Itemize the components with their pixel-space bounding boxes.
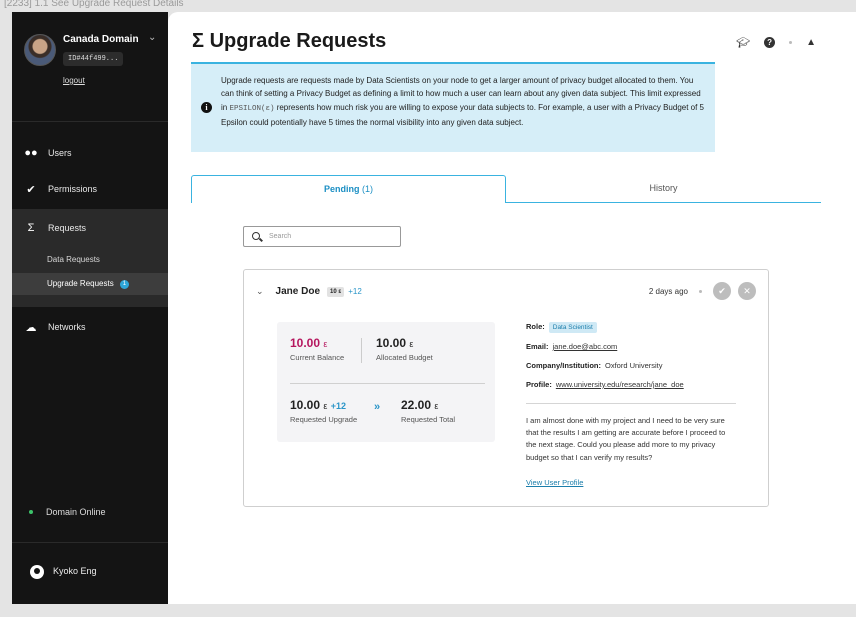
page-title-text: Upgrade Requests: [209, 30, 387, 52]
top-icons: 🎓︎ ? ▲: [736, 36, 816, 49]
domain-avatar: [24, 34, 56, 66]
request-time: 2 days ago: [648, 286, 688, 296]
requested-upgrade-label: Requested Upgrade: [290, 415, 358, 424]
current-balance-label: Current Balance: [290, 353, 345, 362]
budget-summary: 10.00 ε Current Balance 10.00 ε Allocate…: [277, 322, 495, 442]
info-banner: i Upgrade requests are requests made by …: [191, 62, 715, 152]
sidebar-item-users[interactable]: ●● Users: [12, 140, 168, 166]
tab-label: Pending: [323, 184, 360, 194]
domain-status: Domain Online: [29, 507, 106, 517]
info-icon: i: [201, 102, 212, 113]
role-row: Role: Data Scientist: [526, 322, 597, 333]
sidebar-item-permissions[interactable]: ✔ Permissions: [12, 176, 168, 202]
logout-link[interactable]: logout: [63, 76, 85, 85]
request-card: ⌄ Jane Doe 10 ε +12 2 days ago ✔ ✕ 10.00…: [243, 269, 769, 507]
sidebar-item-requests[interactable]: Σ Requests: [12, 215, 168, 241]
requester-name: Jane Doe: [275, 286, 321, 297]
requested-total-value: 22.00 ε: [401, 398, 438, 412]
request-message: I am almost done with my project and I n…: [526, 416, 726, 462]
check-icon: ✔: [26, 183, 36, 196]
info-text-2: represents how much risk you are willing…: [221, 102, 705, 127]
sidebar-item-label: Networks: [48, 322, 86, 332]
user-avatar-icon: [30, 565, 44, 579]
page-title: Σ Upgrade Requests: [192, 30, 386, 53]
graduation-cap-icon[interactable]: 🎓︎: [736, 36, 750, 49]
main-panel: Σ Upgrade Requests 🎓︎ ? ▲ i Upgrade requ…: [168, 12, 856, 604]
epsilon-unit: ε: [323, 401, 328, 411]
profile-link[interactable]: www.university.edu/research/jane_doe: [556, 380, 684, 389]
tab-pending[interactable]: Pending (1): [191, 175, 506, 203]
total-number: 22.00: [401, 398, 432, 412]
tab-count: (1): [362, 184, 373, 194]
email-link[interactable]: jane.doe@abc.com: [553, 342, 618, 351]
sidebar-item-label: Upgrade Requests: [47, 279, 114, 288]
sidebar-item-label: Requests: [48, 223, 87, 233]
current-balance-number: 10.00: [290, 336, 321, 350]
separator-dot: [789, 41, 793, 44]
status-label: Domain Online: [46, 507, 106, 517]
user-block[interactable]: Kyoko Eng: [12, 542, 168, 604]
search-input[interactable]: Search: [243, 226, 401, 247]
profile-label: Profile:: [526, 380, 552, 389]
role-badge: Data Scientist: [548, 322, 597, 333]
domain-name: Canada Domain: [63, 34, 139, 45]
company-row: Company/Institution: Oxford University: [526, 361, 663, 370]
email-label: Email:: [526, 342, 549, 351]
upgrade-count-badge: 1: [119, 280, 129, 289]
double-arrow-icon: »: [374, 401, 381, 413]
divider: [361, 338, 362, 363]
current-balance-value: 10.00 ε: [290, 336, 327, 350]
sidebar-item-data-requests[interactable]: Data Requests: [12, 249, 168, 271]
help-icon[interactable]: ?: [764, 37, 776, 48]
upgrade-amount: +12: [348, 287, 362, 296]
requested-plus: +12: [330, 401, 347, 411]
profile-row: Profile: www.university.edu/research/jane…: [526, 380, 684, 389]
sigma-icon: Σ: [192, 30, 205, 52]
sidebar-item-upgrade-requests[interactable]: Upgrade Requests 1: [12, 273, 168, 295]
allocated-budget-label: Allocated Budget: [376, 353, 433, 362]
company-label: Company/Institution:: [526, 361, 601, 370]
view-user-profile-link[interactable]: View User Profile: [526, 478, 583, 487]
requested-total-label: Requested Total: [401, 415, 456, 424]
info-code: EPSILON(ε): [229, 104, 275, 113]
sigma-icon: Σ: [27, 222, 35, 234]
frame-caption: [2233] 1.1 See Upgrade Request Details: [4, 0, 184, 9]
company-value: Oxford University: [605, 361, 663, 370]
role-label: Role:: [526, 322, 545, 331]
epsilon-unit: ε: [323, 339, 328, 349]
allocated-budget-value: 10.00 ε: [376, 336, 413, 350]
bell-icon[interactable]: ▲: [806, 37, 816, 48]
requested-number: 10.00: [290, 398, 321, 412]
sidebar: Canada Domain ⌄ ID#44f499... logout ●● U…: [12, 12, 168, 604]
chevron-down-icon[interactable]: ⌄: [148, 32, 156, 43]
search-placeholder: Search: [269, 233, 292, 240]
sidebar-item-label: Permissions: [48, 184, 98, 194]
epsilon-unit: ε: [434, 401, 439, 411]
request-actions: 2 days ago ✔ ✕: [649, 282, 756, 300]
chevron-down-icon[interactable]: ⌄: [256, 286, 264, 297]
domain-block: Canada Domain ⌄ ID#44f499... logout: [12, 12, 168, 122]
search-icon: [252, 232, 260, 240]
email-row: Email: jane.doe@abc.com: [526, 342, 617, 351]
epsilon-badge: 10 ε: [327, 286, 345, 297]
tabs: Pending (1) History: [191, 175, 821, 203]
domain-id-badge: ID#44f499...: [63, 52, 124, 66]
users-icon: ●●: [24, 147, 38, 159]
request-header[interactable]: ⌄ Jane Doe 10 ε +12: [256, 286, 362, 297]
requested-upgrade-value: 10.00 ε +12: [290, 398, 346, 412]
sidebar-item-label: Users: [48, 148, 72, 158]
deny-button[interactable]: ✕: [738, 282, 756, 300]
approve-button[interactable]: ✔: [713, 282, 731, 300]
networks-icon: ☁: [25, 321, 37, 334]
separator-dot: [699, 289, 702, 293]
divider: [290, 383, 485, 384]
online-dot-icon: [29, 510, 33, 514]
tab-history[interactable]: History: [506, 175, 821, 203]
epsilon-unit: ε: [409, 339, 414, 349]
divider: [526, 403, 736, 404]
allocated-number: 10.00: [376, 336, 407, 350]
user-name: Kyoko Eng: [53, 566, 97, 576]
sidebar-item-networks[interactable]: ☁ Networks: [12, 314, 168, 340]
